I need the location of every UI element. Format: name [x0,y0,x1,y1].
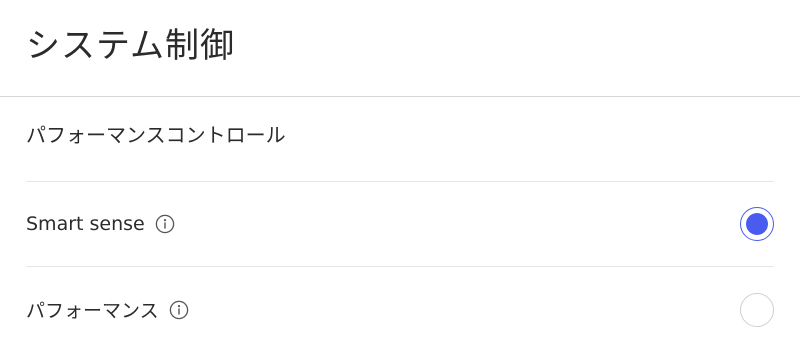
performance-control-section: パフォーマンスコントロール Smart sense パフォーマンス [0,96,800,347]
info-icon[interactable] [169,300,189,320]
system-control-page: システム制御 パフォーマンスコントロール Smart sense パフォーマンス [0,0,800,347]
option-label-group: パフォーマンス [26,296,189,323]
option-row-smart-sense[interactable]: Smart sense [26,182,774,267]
option-label-smart-sense: Smart sense [26,213,145,235]
option-label-group: Smart sense [26,213,175,235]
page-header: システム制御 [0,0,800,97]
radio-selected-dot [746,213,768,235]
section-title: パフォーマンスコントロール [26,96,774,182]
page-title: システム制御 [26,25,235,66]
option-row-performance[interactable]: パフォーマンス [26,267,774,347]
option-label-performance: パフォーマンス [26,300,159,322]
radio-performance[interactable] [740,292,774,327]
radio-smart-sense[interactable] [740,207,774,241]
info-icon[interactable] [155,214,175,234]
